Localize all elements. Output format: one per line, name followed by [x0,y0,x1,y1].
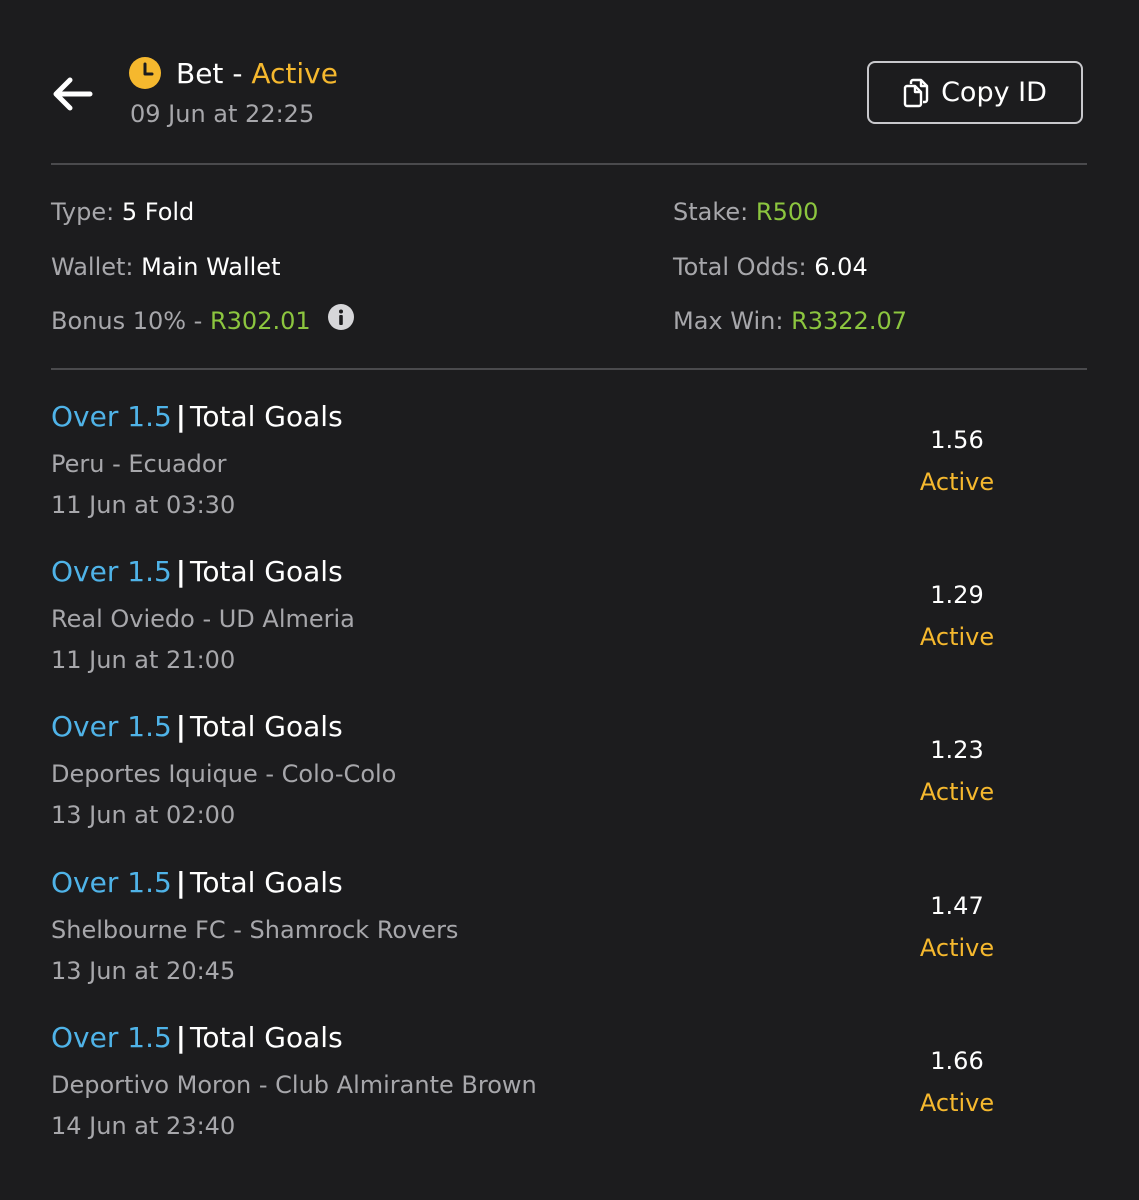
copy-icon [903,78,929,107]
wallet-label: Wallet: [51,253,134,281]
selection-market: Over 1.5 | Total Goals [51,710,343,743]
selection-odds: 1.56 [930,426,984,454]
market-name: Total Goals [190,710,343,743]
selection-event: Real Oviedo - UD Almeria [51,605,355,633]
max-win: Max Win: R3322.07 [673,307,907,335]
bet-type-value: 5 Fold [121,198,195,226]
bet-type-label: Type: [51,198,115,226]
selection-time: 13 Jun at 02:00 [51,801,236,829]
market-separator: | [175,555,187,588]
list-item: Over 1.5 | Total Goals Shelbourne FC - Sha… [0,838,1139,988]
stake-label: Stake: [673,198,749,226]
selection-market: Over 1.5 | Total Goals [51,1021,343,1054]
bonus: Bonus 10% - R302.01 [51,304,355,335]
selection-market: Over 1.5 | Total Goals [51,866,343,899]
selection-status: Active [919,934,995,962]
wallet: Wallet: Main Wallet [51,253,280,281]
selection-event: Shelbourne FC - Shamrock Rovers [51,916,459,944]
bet-status: Active [251,56,338,90]
header-divider [51,163,1087,165]
selection-time: 11 Jun at 03:30 [51,491,236,519]
copy-id-button[interactable]: Copy ID [867,61,1083,124]
stake: Stake: R500 [673,198,818,226]
selection-status: Active [919,468,995,496]
market-name: Total Goals [190,866,343,899]
selection-odds: 1.47 [930,892,984,920]
market-name: Total Goals [190,555,343,588]
selection-status: Active [919,1089,995,1117]
summary-divider [51,368,1087,370]
back-button[interactable] [46,68,98,120]
selection-status: Active [919,623,995,651]
selection-event: Deportes Iquique - Colo-Colo [51,760,397,788]
selection-pick: Over 1.5 [51,400,172,433]
selection-time: 11 Jun at 21:00 [51,646,236,674]
page-title: Bet - Active [176,57,338,90]
total-odds: Total Odds: 6.04 [673,253,868,281]
selection-odds: 1.29 [930,581,984,609]
market-separator: | [175,710,187,743]
selection-odds: 1.23 [930,736,984,764]
selection-event: Peru - Ecuador [51,450,227,478]
placed-time: 09 Jun at 22:25 [130,100,315,128]
selection-time: 13 Jun at 20:45 [51,957,236,985]
clock-icon [129,57,161,89]
market-separator: | [175,1021,187,1054]
selection-pick: Over 1.5 [51,1021,172,1054]
selection-odds: 1.66 [930,1047,984,1075]
list-item: Over 1.5 | Total Goals Deportivo Moron - C… [0,993,1139,1143]
selection-market: Over 1.5 | Total Goals [51,400,343,433]
title-separator: - [232,56,243,90]
wallet-value: Main Wallet [141,253,281,281]
market-name: Total Goals [190,400,343,433]
selection-pick: Over 1.5 [51,710,172,743]
total-odds-label: Total Odds: [673,253,807,281]
total-odds-value: 6.04 [814,253,868,281]
market-name: Total Goals [190,1021,343,1054]
info-icon[interactable] [327,303,355,331]
bet-type: Type: 5 Fold [51,198,194,226]
max-win-value: R3322.07 [791,307,907,335]
selection-pick: Over 1.5 [51,555,172,588]
selection-status: Active [919,778,995,806]
bet-summary: Type: 5 Fold Wallet: Main Wallet Bonus 1… [0,166,1139,370]
bet-title-row: Bet - Active [128,54,338,92]
list-item: Over 1.5 | Total Goals Real Oviedo - UD Al… [0,527,1139,677]
bonus-label: Bonus 10% - [51,307,203,335]
selection-time: 14 Jun at 23:40 [51,1112,236,1140]
stake-value: R500 [755,198,819,226]
selection-event: Deportivo Moron - Club Almirante Brown [51,1071,537,1099]
bonus-value: R302.01 [209,307,311,335]
selection-pick: Over 1.5 [51,866,172,899]
list-item: Over 1.5 | Total Goals Peru - Ecuador 11 J… [0,372,1139,522]
title-label: Bet [176,56,224,90]
max-win-label: Max Win: [673,307,784,335]
market-separator: | [175,400,187,433]
market-separator: | [175,866,187,899]
bet-header: Bet - Active 09 Jun at 22:25 Copy ID [0,0,1139,165]
copy-id-label: Copy ID [941,77,1047,108]
list-item: Over 1.5 | Total Goals Deportes Iquique - … [0,682,1139,832]
selection-market: Over 1.5 | Total Goals [51,555,343,588]
arrow-left-icon [53,77,93,111]
